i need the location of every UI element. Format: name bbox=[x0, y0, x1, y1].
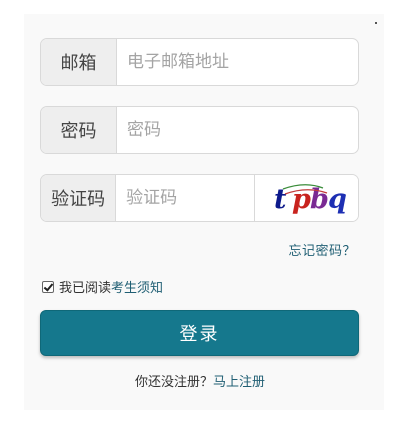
agreement-checkbox[interactable] bbox=[42, 280, 54, 293]
password-label: 密码 bbox=[41, 107, 117, 153]
captcha-graphic: t p b q bbox=[274, 184, 347, 215]
password-input[interactable] bbox=[117, 107, 358, 153]
captcha-char-4: q bbox=[328, 184, 347, 215]
email-label: 邮箱 bbox=[41, 39, 117, 85]
captcha-char-3: b bbox=[310, 184, 329, 215]
decorative-dot bbox=[375, 22, 377, 24]
email-field-group: 邮箱 bbox=[40, 38, 359, 86]
register-prompt: 你还没注册？ bbox=[134, 375, 213, 390]
login-button[interactable]: 登录 bbox=[40, 310, 359, 356]
captcha-image[interactable]: t p b q bbox=[254, 175, 358, 221]
forgot-password-link[interactable]: 忘记密码？ bbox=[288, 240, 356, 259]
agreement-row: 我已阅读 考生须知 bbox=[42, 277, 163, 296]
register-row: 你还没注册？马上注册 bbox=[0, 371, 400, 390]
captcha-label: 验证码 bbox=[41, 175, 117, 221]
password-field-group: 密码 bbox=[40, 106, 359, 154]
captcha-input[interactable] bbox=[116, 175, 255, 221]
register-link[interactable]: 马上注册 bbox=[213, 375, 265, 390]
captcha-field-group: 验证码 t p b q bbox=[40, 174, 359, 222]
email-input[interactable] bbox=[117, 39, 358, 85]
agreement-link[interactable]: 考生须知 bbox=[111, 277, 163, 296]
agreement-prefix: 我已阅读 bbox=[59, 281, 112, 296]
captcha-char-2: p bbox=[292, 184, 311, 215]
